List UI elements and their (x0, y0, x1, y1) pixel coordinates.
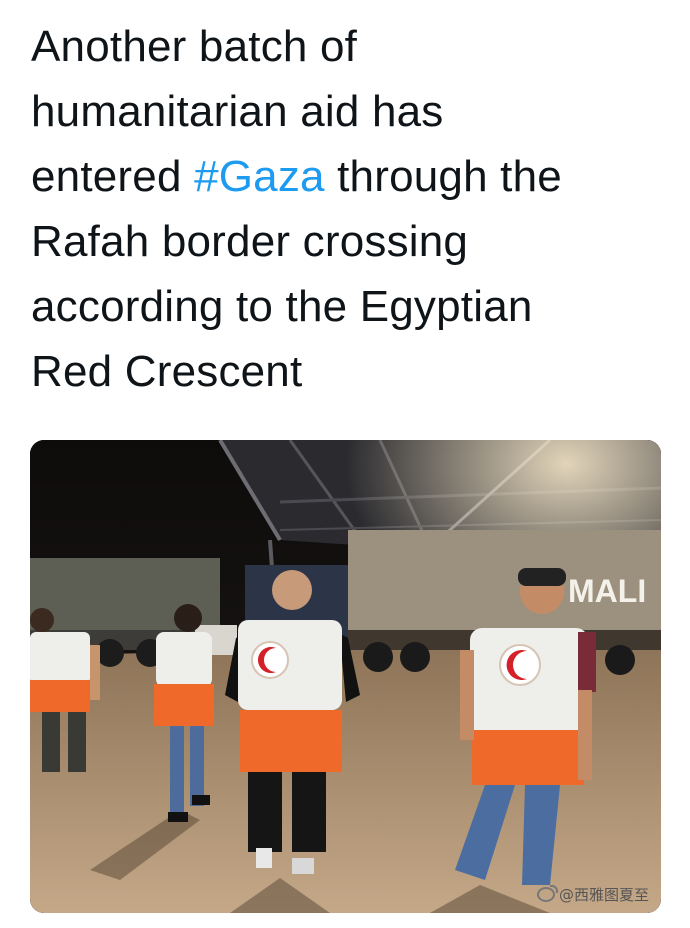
tweet-text: Another batch of humanitarian aid has en… (31, 14, 671, 404)
photo-illustration: MALI (30, 440, 661, 913)
tweet-line: Rafah border crossing (31, 217, 469, 266)
weibo-watermark: @西雅图夏至 (536, 884, 649, 905)
watermark-text: @西雅图夏至 (558, 886, 649, 904)
tweet-line: entered #Gaza through the (31, 144, 671, 209)
tweet-line: humanitarian aid has (31, 87, 444, 136)
truck-sign: MALI (568, 573, 646, 609)
tweet-text-segment: through the (324, 152, 562, 201)
tweet-line: Red Crescent (31, 347, 303, 396)
tweet-line: according to the Egyptian (31, 282, 533, 331)
weibo-icon (536, 885, 558, 902)
tweet-photo[interactable]: MALI @西雅图夏至 (30, 440, 661, 913)
hashtag-link[interactable]: #Gaza (194, 152, 325, 201)
tweet-text-segment: entered (31, 152, 195, 201)
tweet-line: Another batch of (31, 22, 358, 71)
